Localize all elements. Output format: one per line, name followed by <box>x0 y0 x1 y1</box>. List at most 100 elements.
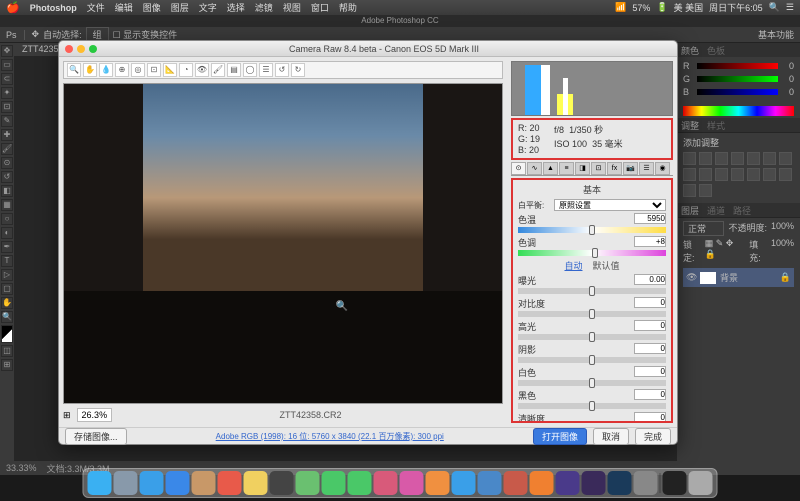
dock-illustrator[interactable] <box>530 471 554 495</box>
cr-histogram[interactable] <box>511 61 673 116</box>
clock[interactable]: 周日下午6:05 <box>709 1 763 14</box>
dodge-tool[interactable]: ◐ <box>1 227 13 239</box>
pen-tool[interactable]: ✒ <box>1 241 13 253</box>
move-tool[interactable]: ✥ <box>1 45 13 57</box>
g-slider[interactable] <box>697 76 778 82</box>
adj-colorbalance[interactable] <box>779 152 792 165</box>
zoom-tool[interactable]: 🔍 <box>1 311 13 323</box>
dock-trash[interactable] <box>689 471 713 495</box>
blur-tool[interactable]: ○ <box>1 213 13 225</box>
done-button[interactable]: 完成 <box>635 428 671 445</box>
adj-threshold[interactable] <box>779 168 792 181</box>
slider-5-input[interactable] <box>634 389 666 400</box>
slider-1[interactable] <box>518 311 666 317</box>
lock-icons[interactable]: ▦ ✎ ✥ 🔒 <box>705 238 742 264</box>
apple-menu-icon[interactable]: 🍎 <box>6 1 20 14</box>
menu-type[interactable]: 文字 <box>199 1 217 14</box>
menu-layer[interactable]: 图层 <box>171 1 189 14</box>
workspace-dropdown[interactable]: 基本功能 <box>758 28 794 41</box>
r-value[interactable]: 0 <box>782 61 794 71</box>
adj-invert[interactable] <box>747 168 760 181</box>
wb-dropdown[interactable]: 原照设置 <box>554 199 666 211</box>
heal-tool[interactable]: ✚ <box>1 129 13 141</box>
dock-facetime[interactable] <box>348 471 372 495</box>
slider-0-input[interactable] <box>634 274 666 285</box>
slider-4-input[interactable] <box>634 366 666 377</box>
layer-name[interactable]: 背景 <box>720 271 738 284</box>
slider-4[interactable] <box>518 380 666 386</box>
layers-tab[interactable]: 图层 <box>681 204 699 217</box>
history-brush-tool[interactable]: ↺ <box>1 171 13 183</box>
dock-mail[interactable] <box>166 471 190 495</box>
cr-radial-tool[interactable]: ◯ <box>243 63 257 77</box>
close-button[interactable] <box>65 45 73 53</box>
cr-preview[interactable]: 🔍 <box>63 83 503 404</box>
cr-tab-hsl[interactable]: ≡ <box>559 162 574 175</box>
tint-slider[interactable] <box>518 250 666 256</box>
cr-tab-split[interactable]: ◨ <box>575 162 590 175</box>
r-slider[interactable] <box>697 63 778 69</box>
styles-tab[interactable]: 样式 <box>707 119 725 132</box>
cr-sampler-tool[interactable]: ⊕ <box>115 63 129 77</box>
gradient-tool[interactable]: ▦ <box>1 199 13 211</box>
cr-straighten-tool[interactable]: 📐 <box>163 63 177 77</box>
b-slider[interactable] <box>697 89 778 95</box>
status-zoom[interactable]: 33.33% <box>6 463 37 473</box>
slider-2[interactable] <box>518 334 666 340</box>
minimize-button[interactable] <box>77 45 85 53</box>
menu-image[interactable]: 图像 <box>143 1 161 14</box>
spectrum-picker[interactable] <box>683 106 794 116</box>
slider-2-input[interactable] <box>634 320 666 331</box>
dock-terminal[interactable] <box>663 471 687 495</box>
grid-icon[interactable]: ⊞ <box>63 410 71 421</box>
slider-3[interactable] <box>518 357 666 363</box>
dock-maps[interactable] <box>296 471 320 495</box>
adj-gradient[interactable] <box>683 184 696 197</box>
default-link[interactable]: 默认值 <box>593 261 620 271</box>
layer-thumbnail[interactable] <box>700 272 716 284</box>
open-image-button[interactable]: 打开图像 <box>533 428 587 445</box>
eyedropper-tool[interactable]: ✎ <box>1 115 13 127</box>
adj-lookup[interactable] <box>731 168 744 181</box>
dock-messages[interactable] <box>322 471 346 495</box>
swatch-tab[interactable]: 色板 <box>707 44 725 57</box>
adj-posterize[interactable] <box>763 168 776 181</box>
cr-tab-camera[interactable]: 📷 <box>623 162 638 175</box>
dock-reminders[interactable] <box>270 471 294 495</box>
cr-tab-basic[interactable]: ⊙ <box>511 162 526 175</box>
cr-crop-tool[interactable]: ⊡ <box>147 63 161 77</box>
shape-tool[interactable]: ▢ <box>1 283 13 295</box>
cr-rotate-cw[interactable]: ↻ <box>291 63 305 77</box>
auto-link[interactable]: 自动 <box>564 261 582 271</box>
wand-tool[interactable]: ✦ <box>1 87 13 99</box>
zoom-button[interactable] <box>89 45 97 53</box>
adj-brightness[interactable] <box>683 152 696 165</box>
dock-premiere[interactable] <box>582 471 606 495</box>
cr-rotate-ccw[interactable]: ↺ <box>275 63 289 77</box>
g-value[interactable]: 0 <box>782 74 794 84</box>
cr-tab-lens[interactable]: ⊡ <box>591 162 606 175</box>
app-menu[interactable]: Photoshop <box>30 3 77 13</box>
cr-redeye-tool[interactable]: 👁 <box>195 63 209 77</box>
temp-input[interactable] <box>634 213 666 224</box>
cr-prefs-tool[interactable]: ☰ <box>259 63 273 77</box>
dock-contacts[interactable] <box>192 471 216 495</box>
slider-6-input[interactable] <box>634 412 666 423</box>
crop-tool[interactable]: ⊡ <box>1 101 13 113</box>
eraser-tool[interactable]: ◧ <box>1 185 13 197</box>
dock-notes[interactable] <box>244 471 268 495</box>
cr-zoom-tool[interactable]: 🔍 <box>67 63 81 77</box>
screenmode-tool[interactable]: ⊞ <box>1 359 13 371</box>
slider-0[interactable] <box>518 288 666 294</box>
lasso-tool[interactable]: ⊂ <box>1 73 13 85</box>
cr-hand-tool[interactable]: ✋ <box>83 63 97 77</box>
tint-input[interactable] <box>634 236 666 247</box>
temp-slider[interactable] <box>518 227 666 233</box>
adj-mixer[interactable] <box>715 168 728 181</box>
adj-selective[interactable] <box>699 184 712 197</box>
dock-appstore[interactable] <box>452 471 476 495</box>
cr-tab-snapshots[interactable]: ◉ <box>655 162 670 175</box>
dock-photobooth[interactable] <box>374 471 398 495</box>
cr-tab-curve[interactable]: ∿ <box>527 162 542 175</box>
adj-levels[interactable] <box>699 152 712 165</box>
